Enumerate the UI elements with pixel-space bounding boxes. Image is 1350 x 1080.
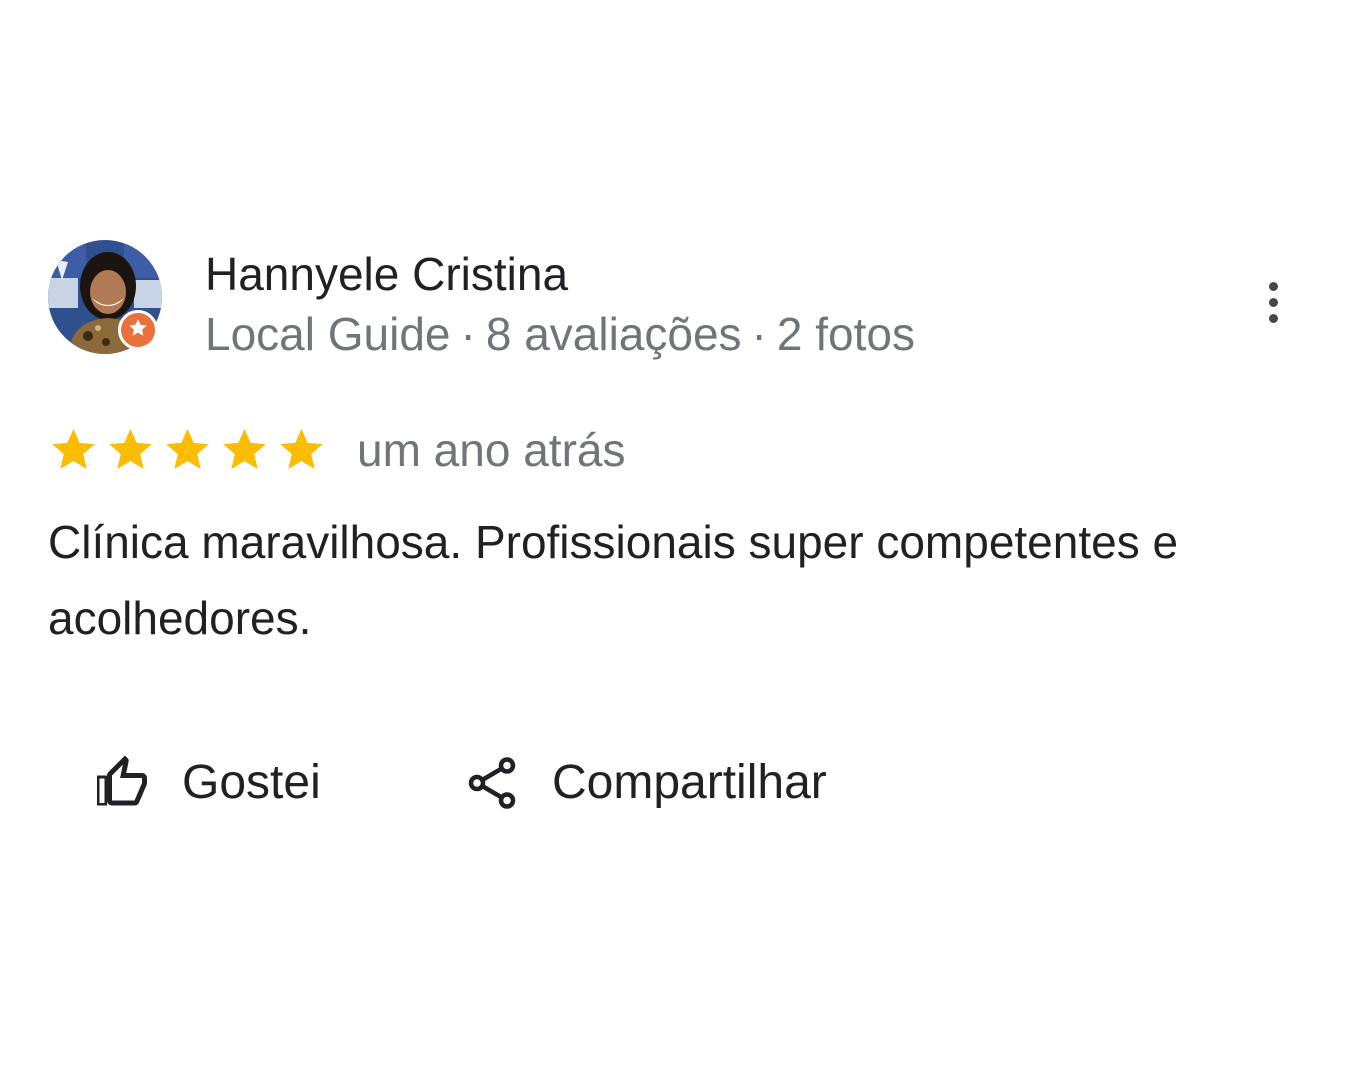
- star-rating: [48, 425, 327, 476]
- review-count: 8 avaliações: [485, 308, 742, 360]
- more-vert-icon-dot: [1268, 313, 1278, 323]
- more-vert-icon-dot: [1268, 297, 1278, 307]
- reviewer-name[interactable]: Hannyele Cristina: [205, 246, 568, 302]
- star-icon: [162, 425, 213, 476]
- meta-separator: ·: [460, 308, 476, 360]
- reviewer-meta: Local Guide · 8 avaliações · 2 fotos: [205, 306, 915, 362]
- review-date: um ano atrás: [357, 424, 626, 476]
- share-icon: [462, 753, 522, 813]
- star-icon: [219, 425, 270, 476]
- rating-row: um ano atrás: [48, 420, 625, 480]
- review-card: Hannyele Cristina Local Guide · 8 avaliaçõ…: [0, 0, 1350, 1080]
- photo-count: 2 fotos: [776, 308, 915, 360]
- like-button[interactable]: Gostei: [92, 748, 321, 818]
- more-options-button[interactable]: [1248, 272, 1298, 332]
- star-icon: [48, 425, 99, 476]
- local-guide-star-icon: [127, 317, 149, 344]
- more-vert-icon: [1268, 281, 1278, 291]
- share-label: Compartilhar: [552, 756, 827, 809]
- meta-separator: ·: [751, 308, 767, 360]
- thumb-up-icon: [92, 753, 152, 813]
- like-label: Gostei: [182, 756, 321, 809]
- local-guide-label: Local Guide: [205, 308, 451, 360]
- star-icon: [276, 425, 327, 476]
- reviewer-avatar[interactable]: [48, 240, 162, 354]
- share-button[interactable]: Compartilhar: [462, 748, 827, 818]
- local-guide-badge: [118, 310, 158, 350]
- review-text: Clínica maravilhosa. Profissionais super…: [48, 516, 1179, 644]
- star-icon: [105, 425, 156, 476]
